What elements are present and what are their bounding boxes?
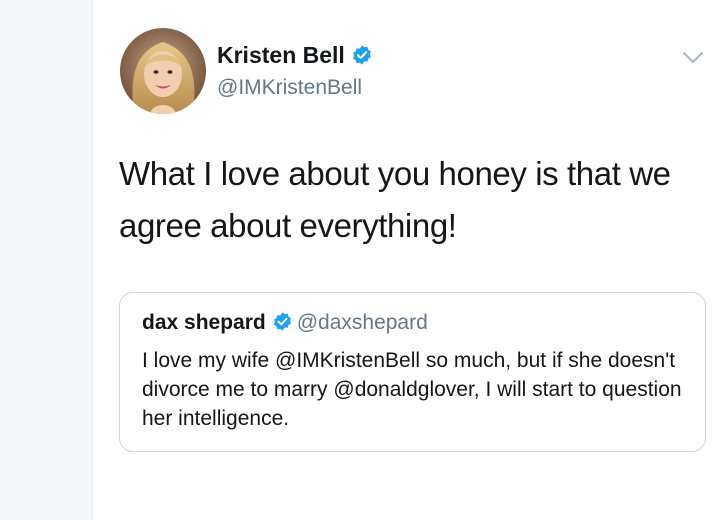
quoted-author-name: dax shepard [142,311,266,334]
quoted-tweet-text: I love my wife @IMKristenBell so much, b… [142,349,682,430]
avatar[interactable] [120,28,206,114]
quoted-tweet[interactable]: dax shepard @daxshepard I love my wife @I… [119,292,706,452]
left-gutter [0,0,93,520]
author-name-text[interactable]: Kristen Bell [217,42,345,68]
tweet-card: Kristen Bell @IMKristenBell What I love … [93,0,726,520]
avatar-photo [120,28,206,114]
verified-badge-icon [351,44,373,72]
author-handle[interactable]: @IMKristenBell [217,76,362,100]
chevron-down-icon[interactable] [681,48,705,68]
quoted-tweet-header: dax shepard @daxshepard [142,311,428,338]
tweet-text: What I love about you honey is that we a… [119,155,671,244]
quoted-author-handle: @daxshepard [296,311,428,334]
author-name[interactable]: Kristen Bell [217,42,373,72]
verified-badge-icon [272,311,293,338]
